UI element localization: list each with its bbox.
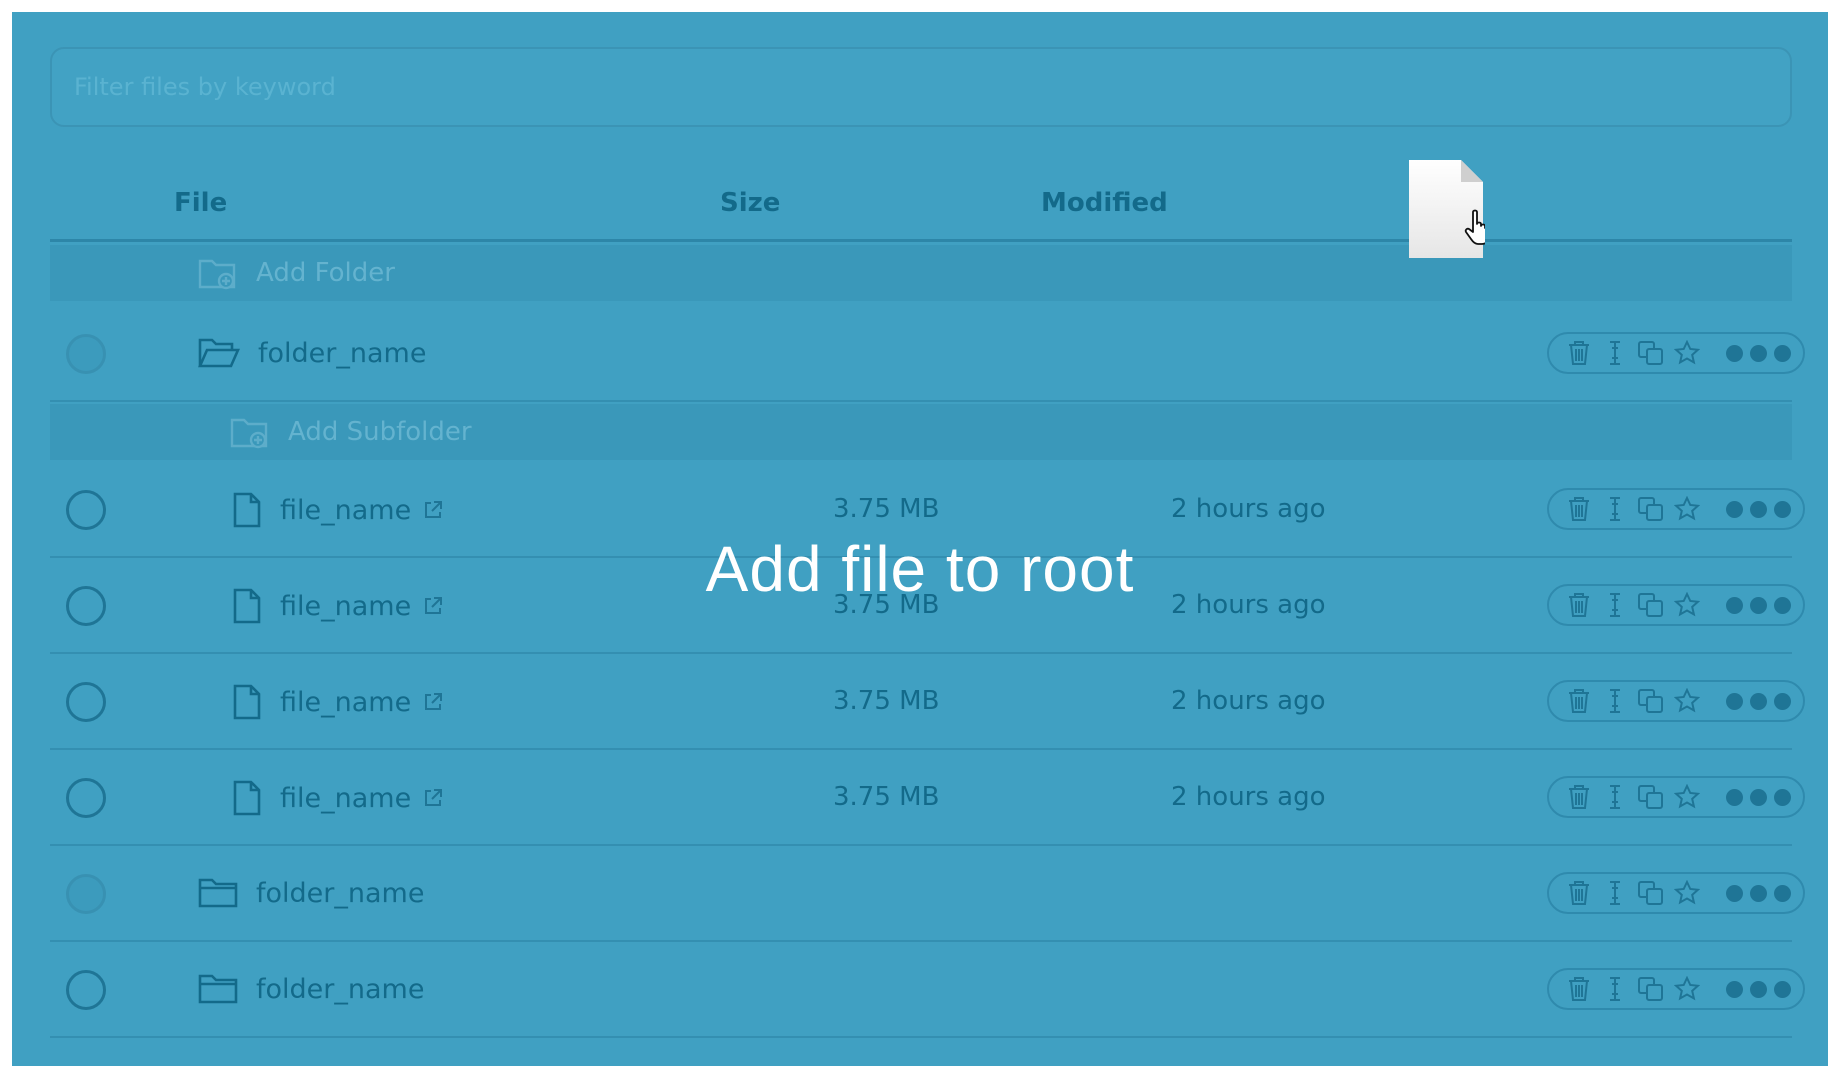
more-dots-icon[interactable] [1726,788,1791,806]
column-size[interactable]: Size [720,188,780,218]
star-icon[interactable] [1673,783,1701,811]
trash-icon[interactable] [1565,975,1593,1003]
text-cursor-icon[interactable] [1601,495,1629,523]
text-cursor-icon[interactable] [1601,339,1629,367]
text-cursor-icon[interactable] [1601,783,1629,811]
more-dots-icon[interactable] [1726,500,1791,518]
row-name[interactable]: folder_name [256,974,424,1005]
folder-plus-icon [230,418,268,449]
trash-icon[interactable] [1565,495,1593,523]
dragged-file-icon [1409,160,1485,258]
add-folder-label: Add Folder [256,258,395,288]
row-select-radio[interactable] [66,778,106,818]
trash-icon[interactable] [1565,339,1593,367]
table-row[interactable]: folder_name [50,942,1805,1038]
row-actions [1547,488,1805,530]
row-name[interactable]: file_name [280,783,411,814]
row-actions [1547,332,1805,374]
row-size: 3.75 MB [833,782,940,812]
row-actions [1547,872,1805,914]
copy-icon[interactable] [1637,879,1665,907]
copy-icon[interactable] [1637,975,1665,1003]
add-subfolder-label: Add Subfolder [288,417,472,447]
external-link-icon[interactable] [423,500,443,520]
add-folder-row[interactable]: Add Folder [50,245,1792,301]
row-size: 3.75 MB [833,686,940,716]
trash-icon[interactable] [1565,879,1593,907]
row-actions [1547,680,1805,722]
more-dots-icon[interactable] [1726,692,1791,710]
table-row[interactable]: file_name 3.75 MB 2 hours ago [50,654,1805,750]
copy-icon[interactable] [1637,339,1665,367]
external-link-icon[interactable] [423,692,443,712]
file-icon [233,684,261,720]
more-dots-icon[interactable] [1726,884,1791,902]
star-icon[interactable] [1673,339,1701,367]
text-cursor-icon[interactable] [1601,879,1629,907]
external-link-icon[interactable] [423,788,443,808]
row-size: 3.75 MB [833,494,940,524]
drop-overlay-text: Add file to root [705,533,1135,605]
file-icon [233,780,261,816]
copy-icon[interactable] [1637,687,1665,715]
trash-icon[interactable] [1565,687,1593,715]
column-file[interactable]: File [174,188,227,218]
star-icon[interactable] [1673,879,1701,907]
folder-icon [198,878,238,908]
star-icon[interactable] [1673,495,1701,523]
trash-icon[interactable] [1565,783,1593,811]
row-name[interactable]: folder_name [258,338,426,369]
row-actions [1547,968,1805,1010]
folder-open-icon [198,338,240,368]
copy-icon[interactable] [1637,495,1665,523]
row-select-radio[interactable] [66,970,106,1010]
row-actions [1547,776,1805,818]
table-header: File Size Modified [50,162,1792,242]
file-icon [233,492,261,528]
star-icon[interactable] [1673,687,1701,715]
more-dots-icon[interactable] [1726,344,1791,362]
row-modified: 2 hours ago [1171,686,1326,716]
folder-plus-icon [198,259,236,290]
copy-icon[interactable] [1637,783,1665,811]
filter-placeholder: Filter files by keyword [74,73,336,101]
table-row[interactable]: folder_name [50,306,1805,402]
row-select-radio[interactable] [66,874,106,914]
text-cursor-icon[interactable] [1601,975,1629,1003]
star-icon[interactable] [1673,975,1701,1003]
row-select-radio[interactable] [66,334,106,374]
folder-icon [198,974,238,1004]
row-name[interactable]: file_name [280,495,411,526]
table-row[interactable]: file_name 3.75 MB 2 hours ago [50,750,1805,846]
row-name[interactable]: file_name [280,687,411,718]
row-modified: 2 hours ago [1171,782,1326,812]
more-dots-icon[interactable] [1726,980,1791,998]
row-select-radio[interactable] [66,490,106,530]
table-row[interactable]: folder_name [50,846,1805,942]
text-cursor-icon[interactable] [1601,687,1629,715]
file-browser-drop-overlay[interactable]: Filter files by keyword File Size Modifi… [12,12,1828,1066]
row-name[interactable]: folder_name [256,878,424,909]
filter-input[interactable]: Filter files by keyword [50,47,1792,127]
row-modified: 2 hours ago [1171,494,1326,524]
row-select-radio[interactable] [66,682,106,722]
add-subfolder-row[interactable]: Add Subfolder [50,404,1792,460]
column-modified[interactable]: Modified [1041,188,1168,218]
